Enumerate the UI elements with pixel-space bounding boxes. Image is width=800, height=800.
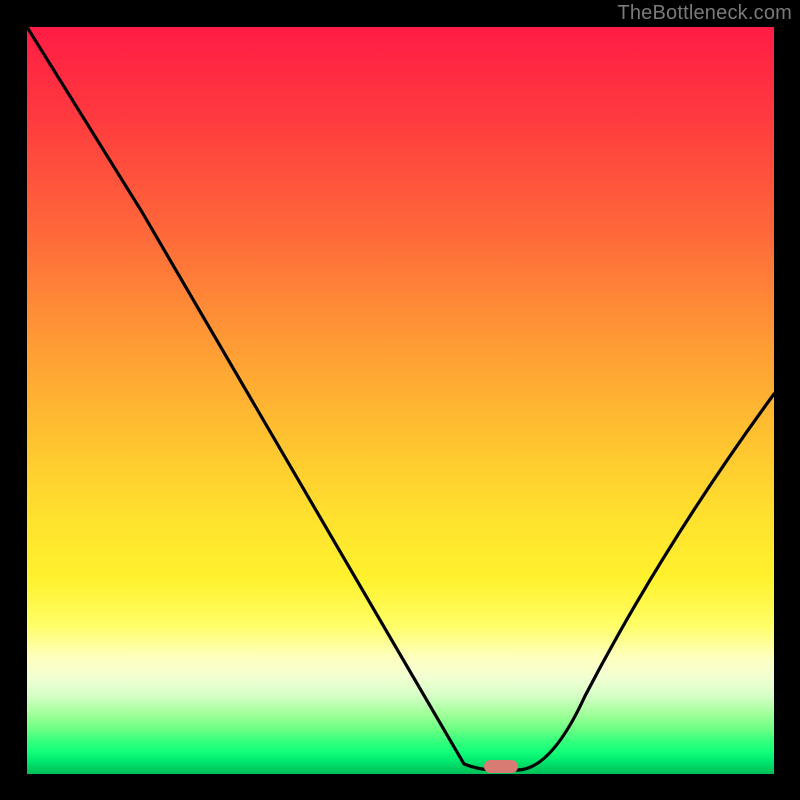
chart-container: TheBottleneck.com [0,0,800,800]
watermark-text: TheBottleneck.com [617,2,792,25]
plot-area [27,27,774,774]
optimal-point-marker [484,760,518,773]
bottleneck-curve [27,27,774,774]
